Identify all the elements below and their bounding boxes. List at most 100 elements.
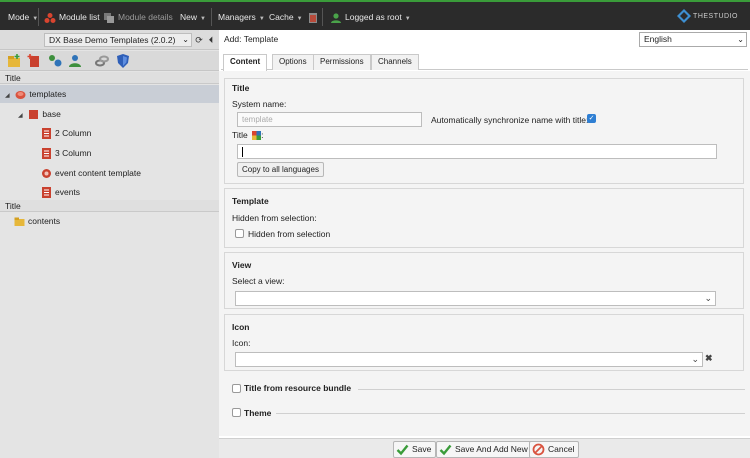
checkmark-icon (439, 444, 452, 456)
tree-node-base[interactable]: ◢ base (18, 105, 61, 123)
hidden-from-selection-label: Hidden from selection: (232, 213, 317, 223)
tree-node-label: 3 Column (55, 148, 92, 158)
save-and-add-new-label: Save And Add New (455, 444, 528, 454)
tree-node-label: event content template (55, 168, 142, 178)
logo-text: THESTUDIO (693, 13, 738, 20)
cancel-button[interactable]: Cancel (529, 441, 580, 458)
theme-checkbox[interactable] (232, 408, 241, 417)
site-tree-panel: DX Base Demo Templates (2.0.2) ⌄ ⟳ ⏴ Tit… (0, 30, 219, 458)
system-name-input[interactable]: template (237, 112, 422, 127)
mode-menu-label: Mode (8, 12, 30, 22)
edit-form-panel: Add: Template English ⌄ Content Options … (219, 30, 750, 458)
title-input[interactable] (237, 144, 717, 159)
folder-icon (14, 217, 25, 227)
clear-icon-button[interactable]: ✖ (705, 353, 713, 364)
tab-content[interactable]: Content (223, 54, 268, 71)
checkmark-icon (396, 444, 409, 456)
collapse-panel-button[interactable]: ⏴ (206, 34, 216, 46)
close-icon: ✖ (705, 353, 713, 363)
select-view-label: Select a view: (232, 276, 285, 286)
hidden-from-selection-checkbox[interactable] (235, 229, 244, 238)
tree-node-contents[interactable]: contents (14, 212, 60, 230)
module-details-icon (104, 12, 114, 23)
copy-to-all-languages-button[interactable]: Copy to all languages (237, 162, 324, 177)
tree-toolbar (0, 51, 219, 71)
refresh-button[interactable]: ⟳ (194, 34, 204, 46)
view-fieldset: View Select a view: ⌄ (224, 252, 744, 309)
icon-select[interactable]: ⌄ (235, 352, 703, 367)
module-list-menu[interactable]: Module list (44, 9, 100, 25)
save-button[interactable]: Save (393, 441, 437, 458)
tree-node-label: templates (29, 89, 67, 99)
title-fieldset: Title System name: template Automaticall… (224, 78, 744, 184)
tab-options[interactable]: Options (272, 54, 314, 70)
user-menu[interactable]: Logged as root ▼ (330, 9, 411, 25)
new-folder-icon[interactable] (6, 53, 22, 69)
sync-name-label: Automatically synchronize name with titl… (431, 115, 589, 125)
text-caret (242, 146, 243, 157)
logged-as-label: Logged as root (345, 12, 402, 22)
tree-node-events[interactable]: events (41, 183, 80, 201)
chevron-down-icon: ▼ (296, 16, 303, 22)
managers-menu[interactable]: Managers ▼ (218, 9, 265, 25)
content-template-icon (42, 169, 51, 179)
language-select[interactable]: English ⌄ (639, 32, 747, 47)
structure-icon[interactable] (47, 53, 63, 69)
site-select-value: DX Base Demo Templates (2.0.2) (49, 35, 176, 45)
save-button-label: Save (412, 444, 432, 454)
new-menu[interactable]: New ▼ (180, 9, 206, 25)
mode-menu[interactable]: Mode ▼ (8, 9, 38, 25)
link-icon[interactable] (94, 53, 110, 69)
site-selector-row: DX Base Demo Templates (2.0.2) ⌄ ⟳ ⏴ (0, 30, 219, 50)
users-icon[interactable] (67, 53, 83, 69)
user-icon (331, 13, 341, 23)
tree-node-label: base (42, 109, 61, 119)
fieldset-legend: Title (232, 83, 250, 93)
site-select[interactable]: DX Base Demo Templates (2.0.2) ⌄ (44, 33, 192, 47)
form-title: Add: Template (224, 34, 279, 44)
theme-legend: Theme (244, 408, 272, 418)
new-template-icon[interactable] (26, 53, 42, 69)
view-select[interactable]: ⌄ (235, 291, 716, 306)
tree-node-event-content-template[interactable]: event content template (41, 164, 141, 182)
divider (322, 8, 323, 26)
shield-icon[interactable] (115, 53, 131, 69)
chevron-down-icon: ▼ (200, 16, 206, 22)
module-list-icon (44, 12, 56, 23)
logo-mark-icon (677, 9, 692, 24)
tree-node-label: events (55, 187, 81, 197)
system-name-label: System name: (232, 99, 287, 109)
tab-permissions[interactable]: Permissions (313, 54, 371, 70)
expanded-triangle-icon: ◢ (5, 93, 10, 99)
fieldset-legend: Template (232, 196, 269, 206)
cache-menu[interactable]: Cache ▼ (269, 9, 303, 25)
resource-bundle-legend: Title from resource bundle (244, 383, 352, 393)
chevron-down-icon: ⌄ (182, 35, 189, 44)
tab-channels[interactable]: Channels (371, 54, 419, 70)
fieldset-legend: Icon (232, 322, 250, 332)
tree-node-label: 2 Column (55, 128, 92, 138)
hidden-from-selection-checkbox-label: Hidden from selection (248, 229, 331, 239)
save-and-add-new-button[interactable]: Save And Add New (436, 441, 533, 458)
tree-node-2-column[interactable]: 2 Column (41, 124, 91, 142)
template-icon (42, 128, 51, 140)
module-list-label: Module list (59, 12, 100, 22)
new-menu-label: New (180, 12, 198, 22)
form-tabs: Content Options Permissions Channels (221, 53, 748, 71)
form-footer: Save Save And Add New Cancel (219, 438, 750, 458)
fieldset-legend: View (232, 260, 252, 270)
trash-icon (309, 12, 317, 23)
module-details-menu[interactable]: Module details (103, 9, 173, 25)
divider (276, 413, 745, 414)
template-folder-icon (29, 110, 39, 120)
title-label-colon: : (261, 130, 264, 140)
sync-name-checkbox[interactable]: ✓ (587, 114, 596, 123)
trash-button[interactable] (307, 9, 322, 25)
checkmark-icon: ✓ (588, 115, 595, 122)
top-menu-bar: Mode ▼ Module list Module details New ▼ Ma… (0, 0, 750, 30)
chevron-down-icon: ⌄ (704, 293, 712, 303)
chevron-down-icon: ▼ (258, 16, 265, 22)
tree-node-templates[interactable]: ◢ templates (0, 85, 219, 103)
tree-node-3-column[interactable]: 3 Column (41, 144, 91, 162)
resource-bundle-checkbox[interactable] (232, 384, 241, 393)
